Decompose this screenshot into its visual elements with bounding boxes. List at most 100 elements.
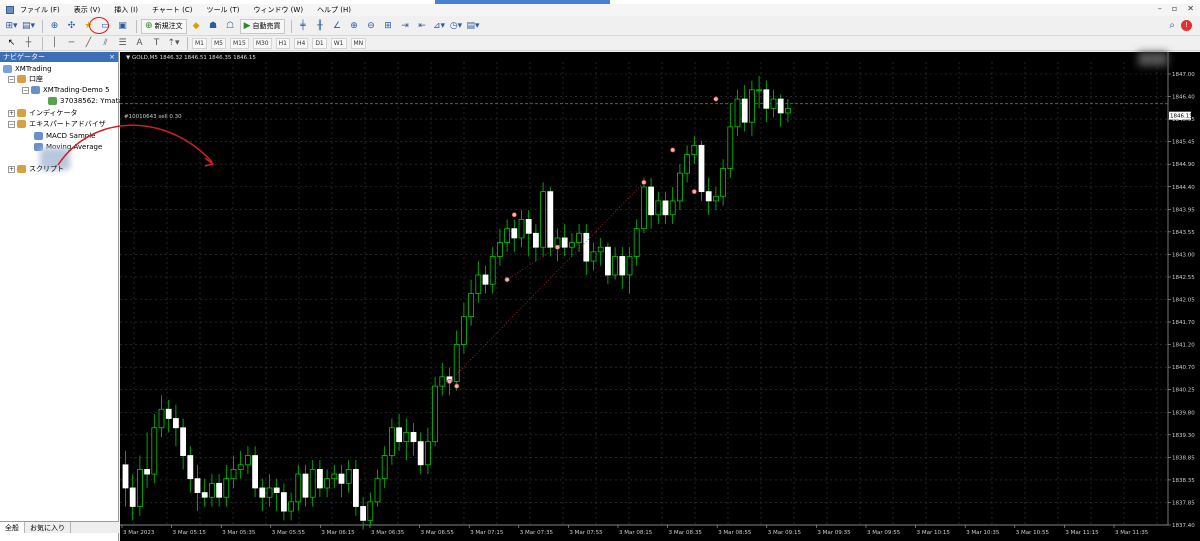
auto-scroll-icon[interactable]: ⇥ [398, 19, 413, 34]
candle-bull [432, 385, 439, 443]
time-axis-label: 3 Mar 11:15 [1065, 530, 1099, 536]
signals-icon[interactable]: ☗ [206, 19, 221, 34]
candle-bear [122, 464, 129, 489]
time-axis-label: 3 Mar 05:35 [222, 530, 256, 536]
collapse-icon[interactable]: − [8, 120, 15, 128]
restore-icon[interactable]: ▫ [1172, 4, 1177, 13]
market-watch-icon[interactable]: ⊕ [47, 19, 62, 34]
trade-marker [713, 96, 719, 102]
menu-insert[interactable]: 挿入 (I) [114, 5, 138, 15]
zoom-in-icon[interactable]: ⊕ [347, 19, 362, 34]
navigator-tabs: 全般 お気に入り [0, 521, 119, 533]
timeframe-w1[interactable]: W1 [330, 37, 347, 49]
timeframe-d1[interactable]: D1 [312, 37, 327, 49]
metaeditor-icon[interactable]: ◆ [189, 19, 204, 34]
candle-bear [302, 473, 309, 498]
candle-bear [194, 478, 201, 493]
price-axis-label: 1843.95 [1172, 207, 1195, 213]
candle-bear [410, 431, 417, 443]
indicators-folder-icon [17, 109, 26, 117]
timeframe-m30[interactable]: M30 [252, 37, 272, 49]
timeframe-mn[interactable]: MN [350, 37, 367, 49]
navigator-panel: ナビゲーター × XMTrading − 口座 − XMTrading-Demo… [0, 52, 123, 541]
candle-bear [187, 455, 194, 480]
tree-root[interactable]: XMTrading [3, 64, 52, 74]
periods-icon[interactable]: ◷▾ [449, 19, 464, 34]
expand-icon[interactable]: + [8, 165, 15, 173]
text-icon[interactable]: A [132, 36, 147, 51]
profiles-icon[interactable]: ▤▾ [21, 19, 36, 34]
tab-common[interactable]: 全般 [0, 522, 25, 533]
menu-tools[interactable]: ツール (T) [206, 5, 239, 15]
arrows-icon[interactable]: ⇡▾ [166, 36, 181, 51]
timeframe-m15[interactable]: M15 [230, 37, 249, 49]
auto-trading-button[interactable]: ▶ 自動売買 [239, 18, 285, 34]
timeframe-m1[interactable]: M1 [192, 37, 207, 49]
tree-indicators[interactable]: + インディケータ [8, 108, 78, 118]
strategy-tester-icon[interactable]: ▣ [115, 19, 130, 34]
menu-window[interactable]: ウィンドウ (W) [253, 5, 303, 15]
zoom-out-icon[interactable]: ⊖ [364, 19, 379, 34]
market-icon[interactable]: ☖ [223, 19, 238, 34]
tree-accounts[interactable]: − 口座 [8, 74, 43, 84]
timeframe-h1[interactable]: H1 [275, 37, 290, 49]
order-line-label: #10010643 sell 0.30 [124, 114, 182, 120]
notification-icon[interactable]: ! [1181, 20, 1192, 31]
bar-chart-icon[interactable]: ╪ [296, 19, 311, 34]
app-icon [6, 6, 14, 14]
templates-icon[interactable]: ▤▾ [466, 19, 481, 34]
menu-view[interactable]: 表示 (V) [74, 5, 100, 15]
horizontal-line-icon[interactable]: ─ [64, 36, 79, 51]
accounts-icon [17, 75, 26, 83]
candlestick-icon[interactable]: ╫ [313, 19, 328, 34]
vertical-line-icon[interactable]: │ [47, 36, 62, 51]
tree-indicators-label: インディケータ [29, 109, 78, 117]
time-axis-label: 3 Mar 05:55 [272, 530, 306, 536]
price-chart[interactable]: 1847.00 1846.40 1845.95 1845.45 1844.90 1844.… [120, 52, 1200, 541]
price-axis-label: 1841.20 [1172, 343, 1195, 349]
tree-expert-macd[interactable]: MACD Sample [34, 131, 95, 141]
tile-windows-icon[interactable]: ⊞ [381, 19, 396, 34]
tab-favorites[interactable]: お気に入り [25, 522, 71, 533]
new-order-button[interactable]: ⊕ 新規注文 [141, 18, 187, 34]
experts-folder-icon [17, 120, 26, 128]
chart-canvas[interactable]: 1847.001846.401845.951845.451844.901844.… [120, 52, 1200, 541]
text-label-icon[interactable]: T [149, 36, 164, 51]
timeframe-m5[interactable]: M5 [211, 37, 226, 49]
candle-bull [770, 98, 777, 109]
channel-icon[interactable]: ⫽ [98, 36, 113, 51]
candle-bull [403, 431, 410, 443]
tree-server[interactable]: − XMTrading-Demo 5 [22, 85, 110, 95]
menu-file[interactable]: ファイル (F) [20, 5, 60, 15]
candle-bear [511, 228, 518, 239]
price-axis-label: 1846.40 [1172, 95, 1195, 101]
chart-shift-icon[interactable]: ⇤ [415, 19, 430, 34]
timeframe-h4[interactable]: H4 [293, 37, 309, 49]
expand-icon[interactable]: + [8, 109, 15, 117]
close-icon[interactable]: ✕ [1187, 4, 1194, 13]
expert-advisor-icon [34, 132, 43, 140]
candle-bear [180, 427, 186, 456]
candle-bear [648, 186, 654, 216]
tree-account-id[interactable]: 37038562: Ymata [48, 96, 123, 106]
tree-experts[interactable]: − エキスパートアドバイザ [8, 119, 106, 129]
line-chart-icon[interactable]: ∠ [330, 19, 345, 34]
trendline-icon[interactable]: ╱ [81, 36, 96, 51]
menu-help[interactable]: ヘルプ (H) [317, 5, 351, 15]
candle-bull [136, 469, 143, 507]
tree-scripts[interactable]: + スクリプト [8, 164, 64, 174]
data-window-icon[interactable]: ✣ [64, 19, 79, 34]
cursor-icon[interactable]: ↖ [4, 36, 19, 51]
search-icon[interactable]: ⌕ [1169, 20, 1175, 31]
new-chart-icon[interactable]: ⊞▾ [4, 19, 19, 34]
crosshair-icon[interactable]: ┼ [21, 36, 36, 51]
minimize-icon[interactable]: – [1158, 4, 1162, 13]
fibonacci-icon[interactable]: ☰ [115, 36, 130, 51]
collapse-icon[interactable]: − [22, 86, 29, 94]
indicators-icon[interactable]: ⊿▾ [432, 19, 447, 34]
navigator-close-icon[interactable]: × [109, 53, 115, 61]
account-user-icon [48, 97, 57, 105]
collapse-icon[interactable]: − [8, 75, 15, 83]
menu-chart[interactable]: チャート (C) [152, 5, 193, 15]
time-axis-label: 3 Mar 06:15 [321, 530, 355, 536]
